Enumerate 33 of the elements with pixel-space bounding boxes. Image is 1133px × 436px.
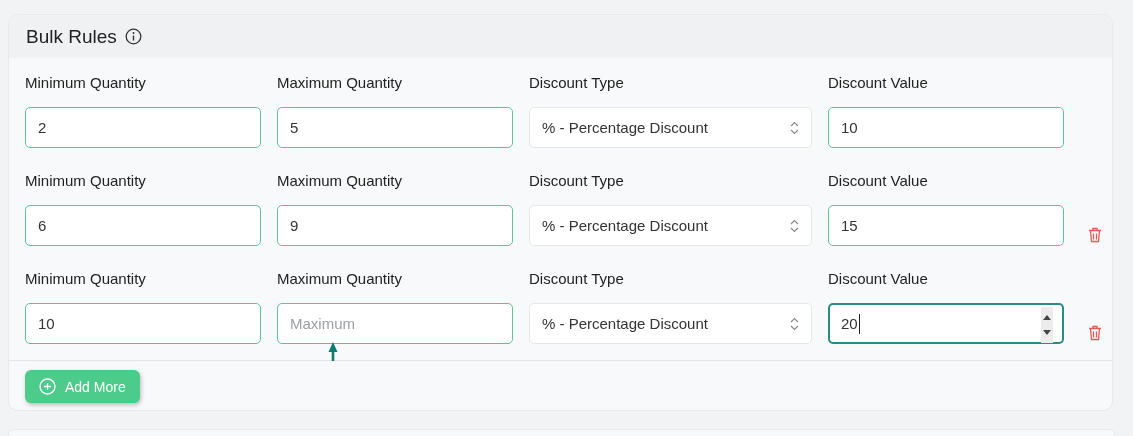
- input-field[interactable]: 15: [828, 205, 1064, 246]
- input-field[interactable]: 9: [277, 205, 513, 246]
- field-label: Minimum Quantity: [25, 73, 146, 93]
- field-label: Discount Value: [828, 269, 928, 289]
- field-label: Discount Type: [529, 171, 624, 191]
- mouse-pointer-icon: [328, 342, 338, 362]
- input-field[interactable]: 5: [277, 107, 513, 148]
- plus-circle-icon: [39, 378, 56, 395]
- chevron-icon: [790, 316, 799, 331]
- trash-icon[interactable]: [1088, 325, 1102, 341]
- field-label: Discount Value: [828, 171, 928, 191]
- field-label: Discount Type: [529, 269, 624, 289]
- field-label: Minimum Quantity: [25, 171, 146, 191]
- input-field[interactable]: 6: [25, 205, 261, 246]
- field-label: Maximum Quantity: [277, 73, 403, 93]
- spinner-icon[interactable]: [1041, 307, 1053, 343]
- info-icon: [124, 28, 142, 45]
- input-field[interactable]: 2: [25, 107, 261, 148]
- field-label: Discount Type: [529, 73, 624, 93]
- chevron-icon: [790, 120, 799, 135]
- select-field[interactable]: % - Percentage Discount: [529, 107, 812, 148]
- field-label: Maximum Quantity: [277, 269, 403, 289]
- chevron-icon: [790, 218, 799, 233]
- select-field[interactable]: % - Percentage Discount: [529, 303, 812, 344]
- field-label: Discount Value: [828, 73, 928, 93]
- card-title: Bulk Rules: [26, 25, 117, 48]
- input-field[interactable]: 10: [25, 303, 261, 344]
- field-label: Minimum Quantity: [25, 269, 146, 289]
- field-label: Maximum Quantity: [277, 171, 403, 191]
- select-field[interactable]: % - Percentage Discount: [529, 205, 812, 246]
- input-field[interactable]: 20: [828, 303, 1064, 344]
- input-field[interactable]: 10: [828, 107, 1064, 148]
- trash-icon[interactable]: [1088, 227, 1102, 243]
